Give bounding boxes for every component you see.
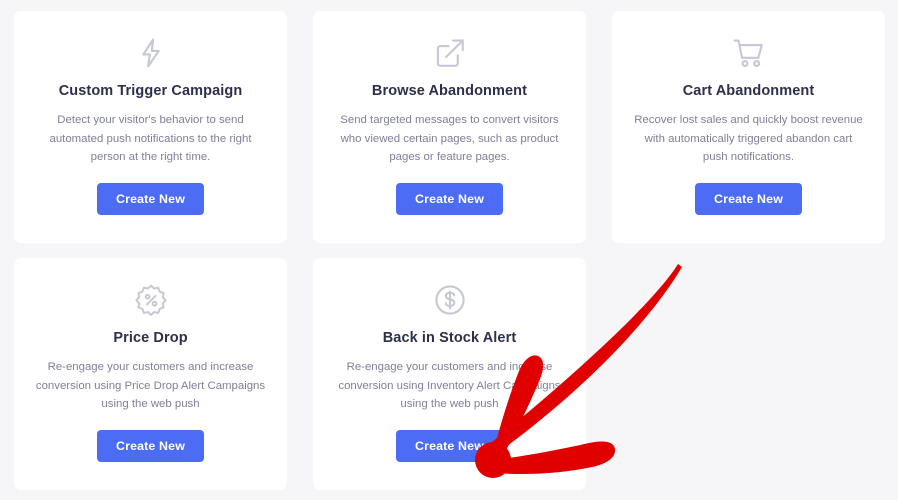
card-title: Custom Trigger Campaign: [58, 83, 243, 99]
campaign-type-page: Custom Trigger Campaign Detect your visi…: [0, 0, 898, 500]
card-description: Send targeted messages to convert visito…: [340, 114, 559, 164]
card-description: Re-engage your customers and increase co…: [35, 361, 266, 411]
campaign-card-browse-abandonment[interactable]: Browse Abandonment Send targeted message…: [313, 11, 586, 243]
campaign-card-grid: Custom Trigger Campaign Detect your visi…: [14, 11, 885, 490]
campaign-card-back-in-stock[interactable]: Back in Stock Alert Re-engage your custo…: [313, 258, 586, 490]
create-new-button[interactable]: Create New: [695, 182, 802, 215]
card-description: Re-engage your customers and increase co…: [338, 361, 561, 411]
lightning-bolt-icon: [131, 33, 171, 73]
campaign-card-custom-trigger[interactable]: Custom Trigger Campaign Detect your visi…: [14, 11, 287, 243]
card-description: Recover lost sales and quickly boost rev…: [634, 114, 863, 164]
card-title: Back in Stock Alert: [382, 330, 517, 346]
create-new-button[interactable]: Create New: [396, 429, 503, 462]
create-new-button[interactable]: Create New: [97, 182, 204, 215]
card-title: Browse Abandonment: [371, 83, 528, 99]
external-link-icon: [430, 33, 470, 73]
card-title: Cart Abandonment: [682, 83, 815, 99]
dollar-circle-icon: [430, 280, 470, 320]
card-title: Price Drop: [113, 330, 188, 346]
card-description: Detect your visitor's behavior to send a…: [49, 114, 252, 164]
create-new-button[interactable]: Create New: [97, 429, 204, 462]
campaign-card-price-drop[interactable]: Price Drop Re-engage your customers and …: [14, 258, 287, 490]
create-new-button[interactable]: Create New: [396, 182, 503, 215]
shopping-cart-icon: [729, 33, 769, 73]
campaign-card-cart-abandonment[interactable]: Cart Abandonment Recover lost sales and …: [612, 11, 885, 243]
percent-badge-icon: [131, 280, 171, 320]
